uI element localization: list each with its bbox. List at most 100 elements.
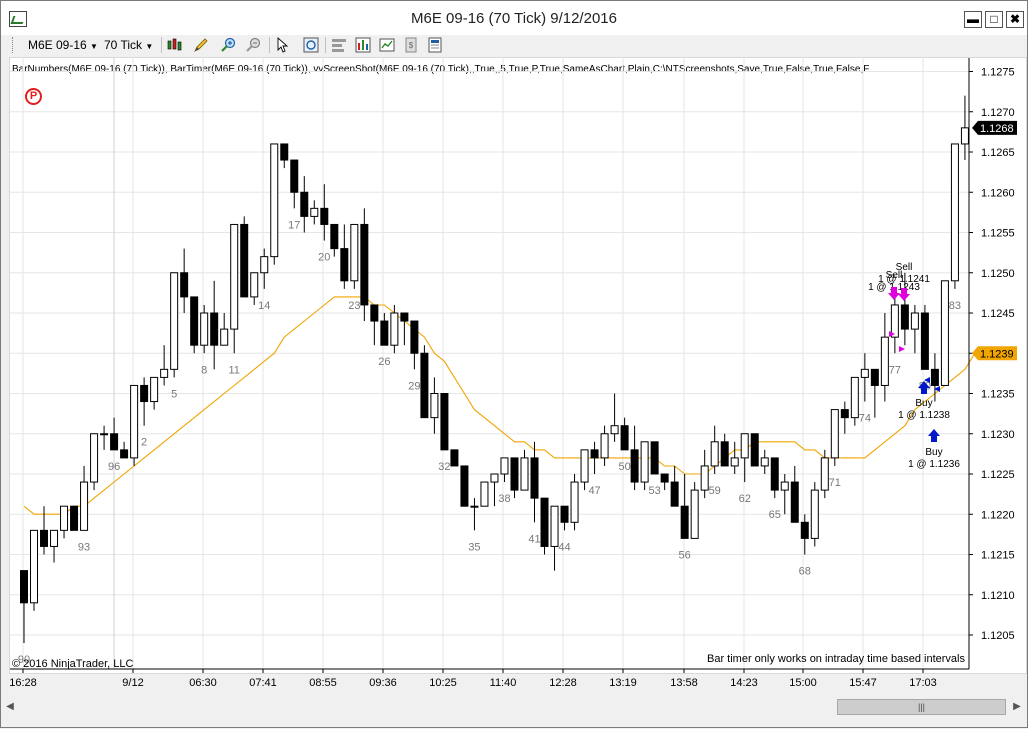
candle	[80, 465, 89, 531]
candle-body	[510, 457, 519, 491]
candle	[410, 320, 419, 370]
bar-number-label: 93	[78, 541, 90, 553]
candle-body	[240, 223, 249, 298]
candle-body	[60, 505, 69, 531]
candle	[920, 304, 929, 370]
candle-body	[790, 481, 799, 523]
copyright-text: © 2016 NinjaTrader, LLC	[12, 658, 134, 670]
candle	[950, 143, 959, 289]
candle-body	[740, 433, 749, 459]
bar-number-label: 59	[709, 485, 721, 497]
candle-body	[400, 312, 409, 322]
candle	[660, 473, 669, 491]
candle-body	[20, 570, 28, 604]
x-tick-label: 08:55	[309, 677, 337, 689]
candle-body	[550, 505, 559, 547]
candle-body	[480, 481, 489, 507]
bar-number-label: 68	[799, 566, 811, 578]
bar-number-label: 20	[318, 252, 330, 264]
y-tick-label: 1.1260	[981, 187, 1015, 199]
candle-body	[190, 296, 199, 346]
candle	[40, 506, 49, 555]
candle-body	[50, 529, 59, 547]
candle	[560, 505, 569, 531]
candle-body	[200, 312, 209, 346]
x-tick-label: 12:28	[549, 677, 577, 689]
candle	[310, 200, 319, 225]
x-tick-label: 09:36	[369, 677, 397, 689]
horizontal-scrollbar[interactable]: ◀ ||| ▶	[1, 698, 1027, 716]
price-chart[interactable]: 909396258 1114172023262932353841444750535…	[1, 1, 1028, 729]
candle-body	[950, 143, 959, 282]
candle	[780, 474, 789, 515]
candle	[760, 449, 769, 474]
candle-body	[670, 481, 679, 507]
candle-body	[130, 384, 139, 459]
candle	[130, 384, 139, 466]
y-tick-label: 1.1270	[981, 107, 1015, 119]
candle	[100, 425, 109, 450]
candle	[880, 313, 889, 402]
candle-body	[110, 433, 119, 451]
buy-price-label: 1 @ 1.1236	[908, 459, 960, 470]
candle	[610, 393, 619, 442]
candle-body	[430, 393, 439, 419]
candle	[220, 313, 229, 346]
candle	[400, 312, 409, 346]
candle-body	[560, 505, 569, 523]
candle	[690, 482, 699, 539]
candle-body	[170, 272, 179, 370]
bar-number-label: 26	[378, 356, 390, 368]
candle	[20, 570, 28, 644]
candle-body	[810, 489, 819, 539]
y-tick-label: 1.1235	[981, 389, 1015, 401]
bar-number-label: 77	[889, 364, 901, 376]
bar-number-label: 23	[348, 300, 360, 312]
bar-number-label: 96	[108, 461, 120, 473]
chart-window: M6E 09-16 (70 Tick) 9/12/2016 ▬ □ ✖ M6E …	[0, 0, 1028, 728]
scroll-left-icon[interactable]: ◀	[3, 700, 17, 714]
y-tick-label: 1.1250	[981, 268, 1015, 280]
candle	[150, 376, 159, 410]
scroll-right-icon[interactable]: ▶	[1010, 700, 1024, 714]
candle	[800, 514, 809, 555]
candle-body	[250, 272, 259, 298]
candle-body	[100, 433, 109, 436]
candle-body	[420, 352, 429, 419]
candle-body	[940, 280, 949, 386]
candle-body	[40, 529, 49, 547]
candle-body	[160, 368, 169, 378]
price-axis[interactable]: 1.1205 1.1210 1.1215 1.1220 1.1225 1.1230 1.12…	[968, 58, 1015, 669]
bar-number-label: 83	[949, 300, 961, 312]
candle	[140, 377, 149, 426]
bar-number-label: 38	[498, 493, 510, 505]
candle-body	[650, 441, 659, 475]
time-axis[interactable]: 16:28 9/12 06:30 07:41 08:55 09:36 10:25 11:40 1…	[9, 668, 969, 689]
candle-body	[870, 368, 879, 386]
candle	[490, 473, 499, 507]
bar-number-label: 47	[588, 485, 600, 497]
candle	[380, 313, 389, 346]
candle	[200, 304, 209, 354]
candle	[300, 176, 309, 233]
bar-numbers: 909396258 1114172023262932353841444750535…	[18, 219, 961, 666]
bar-timer-message: Bar timer only works on intraday time ba…	[707, 653, 965, 665]
candle-body	[720, 441, 729, 467]
candle	[420, 345, 429, 419]
candle	[830, 409, 839, 466]
candle-body	[800, 521, 809, 539]
scroll-thumb[interactable]: |||	[837, 699, 1006, 715]
x-tick-label: 11:40	[490, 677, 517, 689]
candle	[120, 441, 129, 459]
bar-number-label: 17	[288, 219, 300, 231]
candle	[110, 417, 119, 451]
y-tick-label: 1.1265	[981, 147, 1015, 159]
bar-number-label: 74	[859, 413, 871, 425]
candle	[440, 393, 449, 451]
x-tick-label: 07:41	[249, 677, 277, 689]
buy-arrow-icon	[928, 429, 940, 442]
candle	[930, 353, 939, 402]
candle	[510, 457, 519, 499]
y-tick-label: 1.1205	[981, 630, 1015, 642]
candle	[50, 529, 59, 563]
